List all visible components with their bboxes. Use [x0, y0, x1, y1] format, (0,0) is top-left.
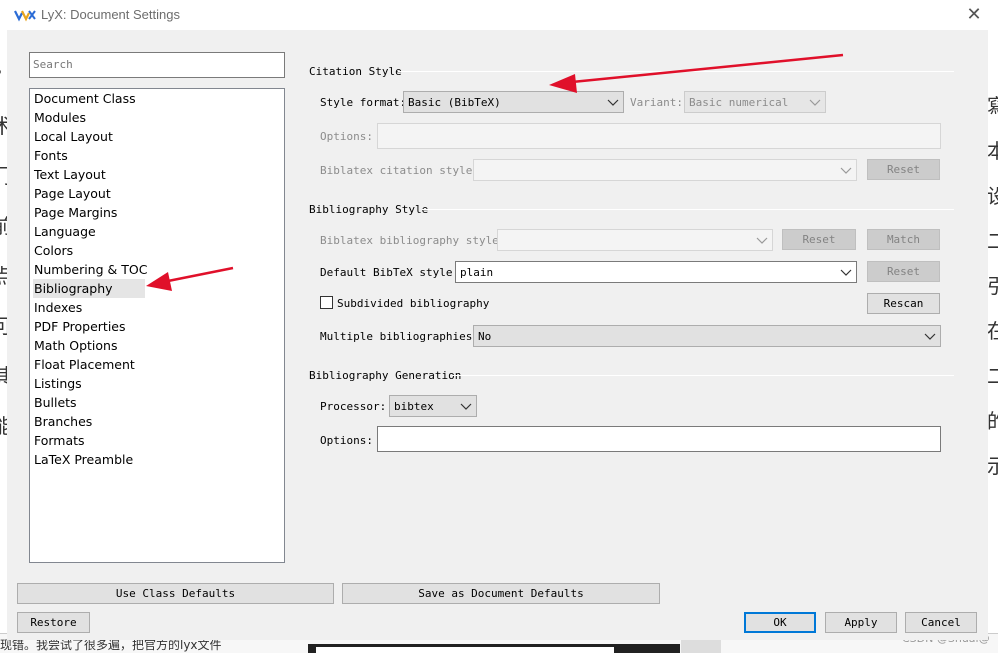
- ok-button[interactable]: OK: [744, 612, 816, 633]
- processor-value: bibtex: [394, 400, 434, 413]
- save-as-document-defaults-button[interactable]: Save as Document Defaults: [342, 583, 660, 604]
- chevron-down-icon: [756, 234, 768, 246]
- chevron-down-icon: [809, 96, 821, 108]
- chevron-down-icon: [840, 266, 852, 278]
- citation-reset-button[interactable]: Reset: [867, 159, 940, 180]
- sidebar-item-listings[interactable]: Listings: [33, 374, 82, 393]
- style-format-label: Style format:: [320, 96, 407, 109]
- search-input[interactable]: Search: [29, 52, 285, 78]
- sidebar-item-pdf-properties[interactable]: PDF Properties: [33, 317, 126, 336]
- biblatex-citation-style-combo[interactable]: [473, 159, 857, 181]
- document-settings-dialog: LyX: Document Settings ✕ Search Document…: [0, 0, 998, 640]
- default-bibtex-reset-button[interactable]: Reset: [867, 261, 940, 282]
- close-icon[interactable]: ✕: [962, 4, 986, 26]
- bibliography-generation-title: Bibliography Generation: [309, 369, 462, 382]
- style-format-combo[interactable]: Basic (BibTeX): [403, 91, 624, 113]
- multiple-bibliographies-combo[interactable]: No: [473, 325, 941, 347]
- background-strip-inner: [316, 647, 614, 653]
- style-format-value: Basic (BibTeX): [408, 96, 501, 109]
- chevron-down-icon: [460, 400, 472, 412]
- apply-button[interactable]: Apply: [825, 612, 897, 633]
- biblatex-bibliography-style-label: Biblatex bibliography style:: [320, 234, 506, 247]
- sidebar-item-text-layout[interactable]: Text Layout: [33, 165, 106, 184]
- sidebar-item-modules[interactable]: Modules: [33, 108, 86, 127]
- variant-combo[interactable]: Basic numerical: [684, 91, 826, 113]
- match-button[interactable]: Match: [867, 229, 940, 250]
- citation-separator: [398, 71, 954, 72]
- restore-button[interactable]: Restore: [17, 612, 90, 633]
- sidebar-item-latex-preamble[interactable]: LaTeX Preamble: [33, 450, 133, 469]
- generation-separator: [452, 375, 954, 376]
- chevron-down-icon: [924, 330, 936, 342]
- citation-style-title: Citation Style: [309, 65, 402, 78]
- sidebar-item-math-options[interactable]: Math Options: [33, 336, 117, 355]
- variant-value: Basic numerical: [689, 96, 789, 109]
- generation-options-field[interactable]: [377, 426, 941, 452]
- multiple-bibliographies-value: No: [478, 330, 492, 343]
- default-bibtex-style-value: plain: [460, 266, 494, 279]
- variant-label: Variant:: [630, 96, 683, 109]
- sidebar-item-local-layout[interactable]: Local Layout: [33, 127, 113, 146]
- sidebar-item-numbering-toc[interactable]: Numbering & TOC: [33, 260, 147, 279]
- citation-options-field[interactable]: [377, 123, 941, 149]
- lyx-logo-icon: [14, 10, 36, 22]
- bibliography-reset-button[interactable]: Reset: [782, 229, 856, 250]
- default-bibtex-style-combo[interactable]: plain: [455, 261, 857, 283]
- sidebar-item-formats[interactable]: Formats: [33, 431, 85, 450]
- subdivided-bibliography-checkbox[interactable]: [320, 296, 333, 309]
- cancel-button[interactable]: Cancel: [905, 612, 977, 633]
- processor-combo[interactable]: bibtex: [389, 395, 477, 417]
- use-class-defaults-button[interactable]: Use Class Defaults: [17, 583, 334, 604]
- sidebar-item-colors[interactable]: Colors: [33, 241, 73, 260]
- bibliography-separator: [422, 209, 954, 210]
- sidebar-item-page-margins[interactable]: Page Margins: [33, 203, 117, 222]
- title-bar: LyX: Document Settings ✕: [0, 0, 998, 30]
- bibliography-style-title: Bibliography Style: [309, 203, 429, 216]
- sidebar-item-bullets[interactable]: Bullets: [33, 393, 77, 412]
- chevron-down-icon: [607, 96, 619, 108]
- default-bibtex-style-label: Default BibTeX style:: [320, 266, 460, 279]
- multiple-bibliographies-label: Multiple bibliographies:: [320, 330, 479, 343]
- sidebar-item-indexes[interactable]: Indexes: [33, 298, 82, 317]
- citation-options-label: Options:: [320, 130, 373, 143]
- sidebar-item-fonts[interactable]: Fonts: [33, 146, 68, 165]
- sidebar-item-page-layout[interactable]: Page Layout: [33, 184, 111, 203]
- settings-category-list[interactable]: Document Class Modules Local Layout Fonts Te…: [29, 88, 285, 563]
- sidebar-item-float-placement[interactable]: Float Placement: [33, 355, 135, 374]
- sidebar-item-branches[interactable]: Branches: [33, 412, 92, 431]
- biblatex-bibliography-style-combo[interactable]: [497, 229, 773, 251]
- generation-options-label: Options:: [320, 434, 373, 447]
- biblatex-citation-style-label: Biblatex citation style:: [320, 164, 479, 177]
- background-gray-block: [681, 640, 721, 653]
- sidebar-item-bibliography[interactable]: Bibliography: [33, 279, 145, 298]
- window-title: LyX: Document Settings: [41, 7, 180, 22]
- rescan-button[interactable]: Rescan: [867, 293, 940, 314]
- chevron-down-icon: [840, 164, 852, 176]
- processor-label: Processor:: [320, 400, 387, 413]
- sidebar-item-language[interactable]: Language: [33, 222, 96, 241]
- sidebar-item-document-class[interactable]: Document Class: [33, 89, 136, 108]
- subdivided-bibliography-label: Subdivided bibliography: [337, 297, 490, 310]
